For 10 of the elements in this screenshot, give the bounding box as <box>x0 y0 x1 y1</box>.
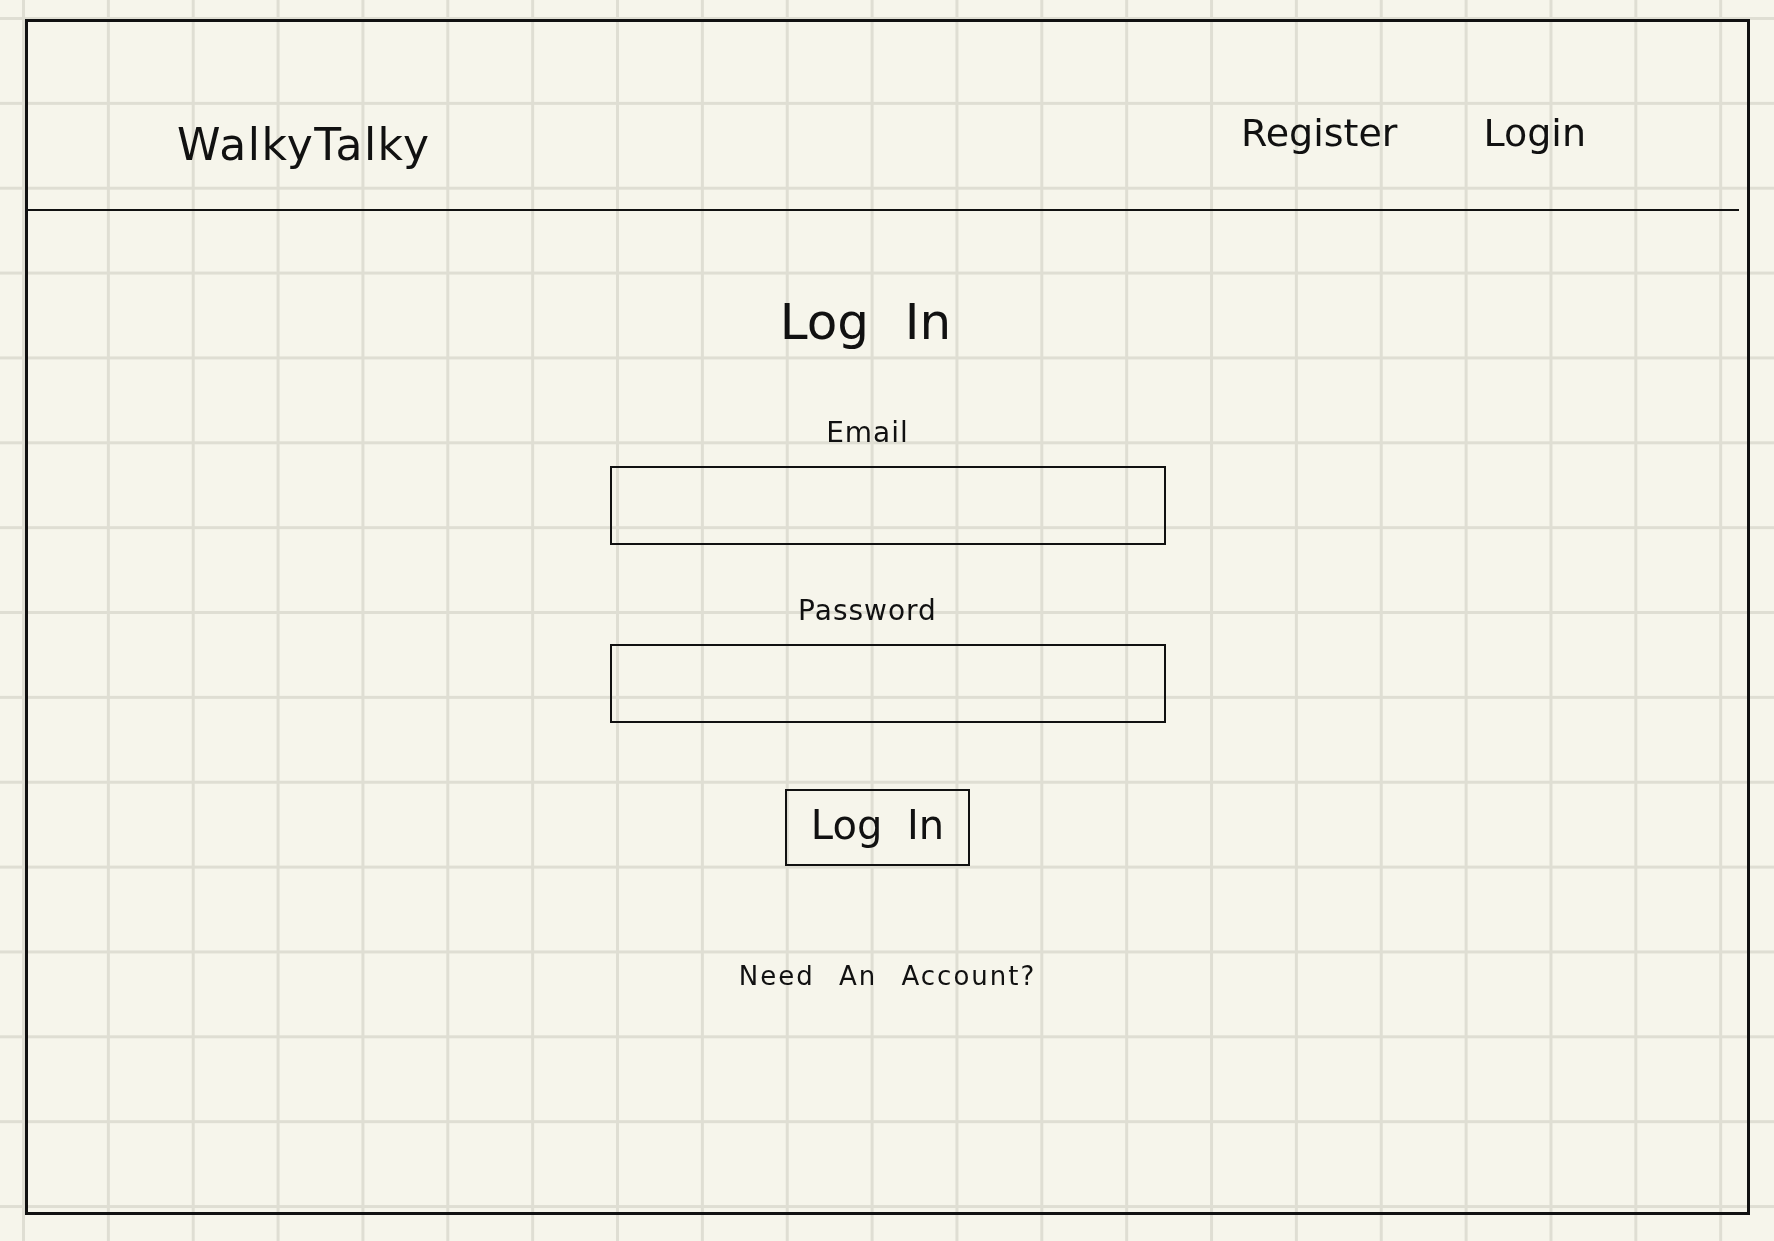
nav-link[interactable]: Login <box>1483 114 1586 152</box>
field-label: Email <box>826 419 909 447</box>
account-link[interactable]: Need An Account? <box>738 963 1037 989</box>
logo-text: WalkyTalky <box>177 123 431 167</box>
field-label: Password <box>798 597 937 625</box>
input-field[interactable] <box>609 644 1166 723</box>
login-button[interactable]: Log In <box>784 789 971 866</box>
form-title: Log In <box>779 297 952 347</box>
nav-link[interactable]: Register <box>1241 114 1398 152</box>
input-field[interactable] <box>609 466 1166 545</box>
